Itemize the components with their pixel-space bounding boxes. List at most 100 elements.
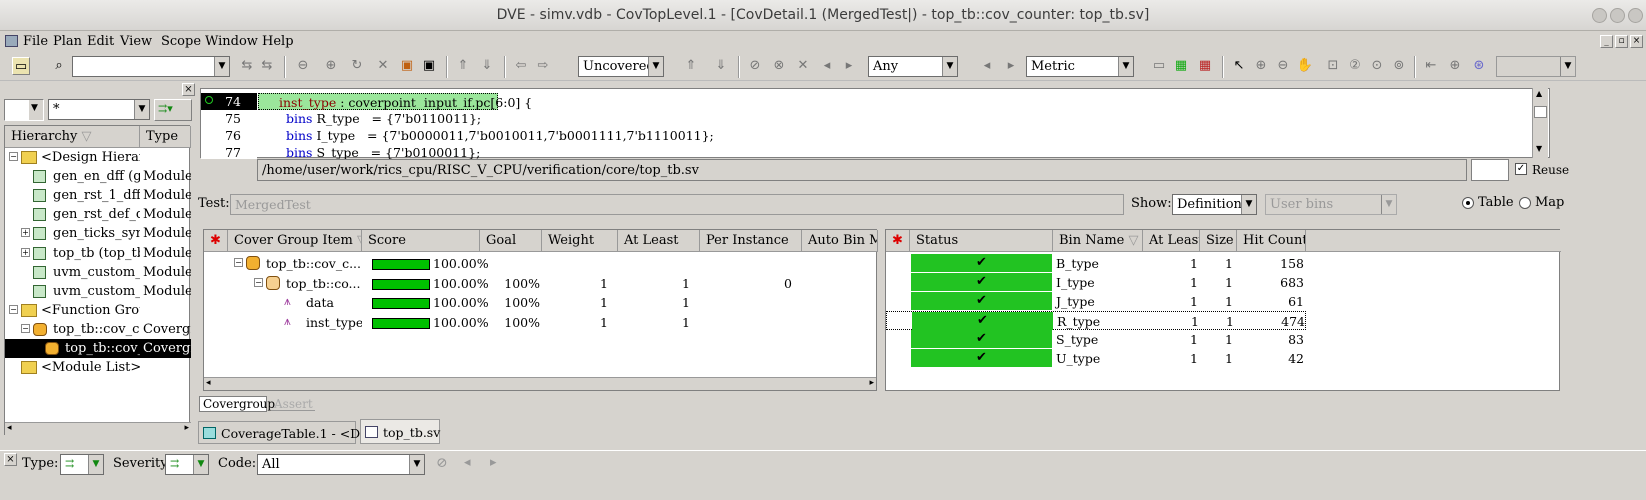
col-status[interactable]: Status: [910, 230, 1053, 252]
find-prev-icon[interactable]: ⇆: [238, 57, 256, 75]
back-icon[interactable]: ⇦: [512, 57, 530, 75]
show-select[interactable]: Definitions ▼: [1172, 194, 1257, 215]
menu-window[interactable]: Window: [205, 34, 258, 49]
zoom-2-icon[interactable]: ②: [1346, 57, 1364, 75]
nav-up-icon[interactable]: ⇑: [682, 57, 700, 75]
pointer-icon[interactable]: ↖: [1230, 57, 1248, 75]
bin-row[interactable]: ✔ R_type 1 1 474: [886, 311, 1306, 330]
prev-arrow-icon[interactable]: ◂: [818, 57, 836, 75]
zoom-full-icon[interactable]: ⊚: [1390, 57, 1408, 75]
menu-file[interactable]: File: [23, 34, 48, 49]
col-per-instance[interactable]: Per Instance: [700, 230, 802, 252]
tree-row[interactable]: top_tb::cov_...Covergro: [5, 339, 191, 358]
bin-row[interactable]: ✔ S_type 1 1 83: [886, 330, 1306, 349]
cross-circle-icon[interactable]: ⊗: [770, 57, 788, 75]
find-next-icon[interactable]: ⇆: [258, 57, 276, 75]
tree-row[interactable]: gen_rst_1_dff ...Module: [5, 186, 191, 205]
filter-type-button[interactable]: ⇉▾: [154, 99, 192, 121]
scope-filter-select[interactable]: ▼: [4, 99, 44, 121]
menu-plan[interactable]: Plan: [53, 34, 82, 49]
col-hit-count[interactable]: Hit Count: [1237, 230, 1306, 252]
expand-toggle-icon[interactable]: −: [9, 152, 18, 161]
col-bin-name[interactable]: Bin Name ▽: [1053, 230, 1143, 252]
mdi-restore-button[interactable]: ▫: [1615, 35, 1628, 48]
map-radio[interactable]: [1519, 197, 1531, 209]
prev-icon[interactable]: ⊕: [1446, 57, 1464, 75]
reuse-checkbox[interactable]: ✓: [1515, 163, 1527, 175]
bin-row[interactable]: ✔ J_type 1 1 61: [886, 292, 1306, 311]
close-button[interactable]: [1628, 8, 1643, 23]
cg-h-scrollbar[interactable]: ◂ ▸: [204, 377, 876, 390]
check-circle-icon[interactable]: ⊘: [746, 57, 764, 75]
metric-select[interactable]: Metric ▼: [1026, 56, 1134, 77]
doc-tab-top-tb[interactable]: top_tb.sv: [360, 419, 440, 444]
tree-row[interactable]: + top_tb (top_tb)Module: [5, 244, 191, 263]
col-cover-group-item[interactable]: Cover Group Item ▽: [228, 230, 362, 252]
tree-row[interactable]: gen_en_dff (ge...Module: [5, 167, 191, 186]
menu-view[interactable]: View: [120, 34, 152, 49]
bin-row[interactable]: ✔ B_type 1 1 158: [886, 254, 1306, 273]
hierarchy-filter-input[interactable]: * ▼: [48, 99, 150, 120]
mdi-minimize-button[interactable]: _: [1600, 35, 1613, 48]
bin-row[interactable]: ✔ I_type 1 1 683: [886, 273, 1306, 292]
test-field[interactable]: MergedTest: [230, 194, 1124, 215]
load-icon[interactable]: ▣: [398, 57, 416, 75]
next-metric-icon[interactable]: ▸: [1002, 57, 1020, 75]
table-radio[interactable]: [1462, 197, 1474, 209]
col-auto-bin-max[interactable]: Auto Bin Ma: [802, 230, 878, 252]
tab-covergroup[interactable]: Covergroup: [199, 396, 275, 412]
severity-filter-select[interactable]: ⇉ ▼: [165, 454, 209, 475]
source-v-scrollbar[interactable]: ▲ ▼: [1532, 88, 1548, 158]
menu-help[interactable]: Help: [262, 34, 294, 49]
status-next-icon[interactable]: ▸: [490, 455, 497, 470]
col-score[interactable]: Score: [362, 230, 480, 252]
save-icon[interactable]: ▣: [420, 57, 438, 75]
col-size[interactable]: Size: [1200, 230, 1237, 252]
h-scrollbar[interactable]: ◂ ▸: [5, 422, 191, 435]
expand-toggle-icon[interactable]: −: [21, 323, 30, 333]
zoom-fit-icon[interactable]: ⊡: [1324, 57, 1342, 75]
tree-row[interactable]: − <Design Hierar...: [5, 148, 191, 167]
up-icon[interactable]: ⇑: [454, 57, 472, 75]
chart-view-icon[interactable]: ▦: [1172, 57, 1190, 75]
hand-icon[interactable]: ✋: [1296, 57, 1314, 75]
cg-row[interactable]: − top_tb::co... 100% 1 1 0 100.00%: [204, 274, 876, 293]
zoom-out-circle-icon[interactable]: ⊖: [294, 57, 312, 75]
col-hierarchy[interactable]: Hierarchy ▽: [5, 126, 140, 148]
tree-row[interactable]: uvm_custom_i...Module: [5, 263, 191, 282]
tree-row[interactable]: <Module List>: [5, 358, 191, 377]
tree-row[interactable]: gen_rst_def_df...Module: [5, 205, 191, 224]
bins-select[interactable]: User bins ▼: [1265, 194, 1397, 215]
tree-row[interactable]: + gen_ticks_sync...Module: [5, 224, 191, 243]
cg-row[interactable]: − top_tb::cov_c... 100.00%: [204, 254, 876, 273]
statusbar-close-button[interactable]: ×: [4, 453, 17, 466]
cg-row[interactable]: ⩚ inst_type 100% 1 1 100.00%: [204, 313, 876, 332]
maximize-button[interactable]: [1610, 8, 1625, 23]
expand-toggle-icon[interactable]: −: [234, 258, 243, 267]
search-input[interactable]: ▼: [72, 56, 230, 77]
list-view-icon[interactable]: ▭: [1150, 57, 1168, 75]
clear-icon[interactable]: ⊘: [436, 455, 448, 471]
next-arrow-icon[interactable]: ▸: [840, 57, 858, 75]
col-weight[interactable]: Weight: [542, 230, 618, 252]
mdi-close-button[interactable]: ×: [1630, 35, 1643, 48]
nav-down-icon[interactable]: ⇓: [712, 57, 730, 75]
panel-close-button[interactable]: ×: [182, 83, 195, 96]
first-icon[interactable]: ⇤: [1422, 57, 1440, 75]
prev-metric-icon[interactable]: ◂: [978, 57, 996, 75]
any-select[interactable]: Any ▼: [868, 56, 958, 77]
col-type[interactable]: Type: [140, 126, 191, 148]
map-view-icon[interactable]: ▦: [1196, 57, 1214, 75]
line-number-input[interactable]: [1471, 159, 1509, 181]
expand-toggle-icon[interactable]: +: [21, 247, 30, 257]
disabled-select[interactable]: ▼: [1496, 56, 1576, 77]
expand-toggle-icon[interactable]: −: [254, 277, 263, 287]
zoom-out-icon[interactable]: ⊖: [1274, 57, 1292, 75]
tree-row[interactable]: − <Function Grou...: [5, 301, 191, 320]
properties-icon[interactable]: ⊛: [1470, 57, 1488, 75]
down-icon[interactable]: ⇓: [478, 57, 496, 75]
expand-toggle-icon[interactable]: −: [9, 304, 18, 314]
menu-edit[interactable]: Edit: [87, 34, 114, 49]
doc-tab-coveragetable[interactable]: CoverageTable.1 - <D...: [198, 421, 372, 444]
forward-icon[interactable]: ⇨: [534, 57, 552, 75]
